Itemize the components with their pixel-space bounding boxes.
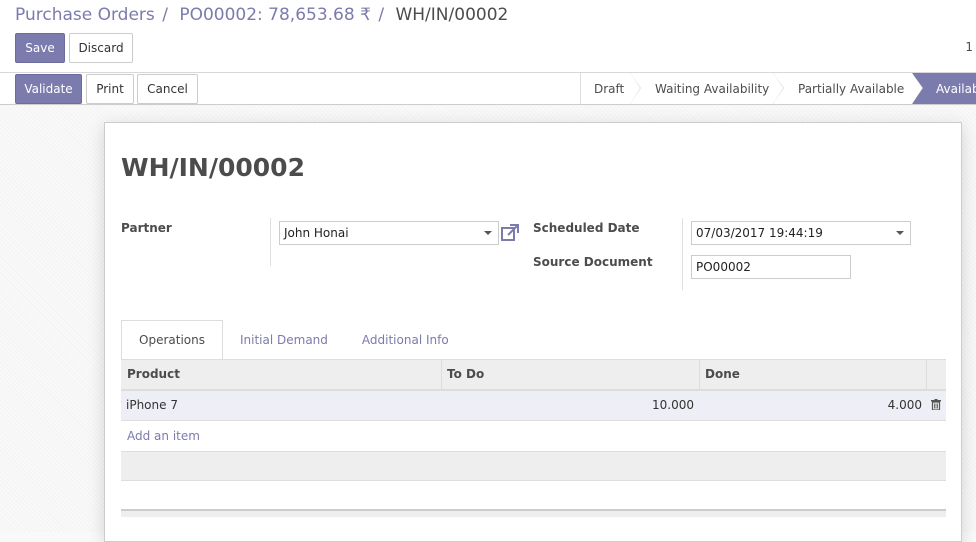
status-step-label: Availab — [936, 81, 976, 96]
chevron-down-icon — [896, 231, 904, 235]
breadcrumb: Purchase Orders / PO00002: 78,653.68 ₹ /… — [15, 5, 508, 25]
status-step-label: Draft — [594, 81, 625, 96]
partner-value: John Honai — [284, 226, 349, 240]
table-row[interactable]: iPhone 7 10.000 4.000 — [121, 391, 946, 421]
validate-button[interactable]: Validate — [15, 74, 82, 104]
status-step-label: Waiting Availability — [655, 81, 770, 96]
breadcrumb-separator: / — [162, 5, 168, 25]
divider — [926, 360, 927, 389]
divider — [270, 218, 271, 266]
external-link-icon[interactable] — [500, 223, 520, 243]
breadcrumb-purchase-order[interactable]: PO00002: 78,653.68 ₹ — [179, 5, 371, 25]
tab-operations[interactable]: Operations — [121, 320, 223, 360]
pager-value: 1 — [965, 40, 973, 54]
partner-select[interactable]: John Honai — [279, 221, 499, 245]
page-title: WH/IN/00002 — [121, 153, 305, 182]
done-cell[interactable]: 4.000 — [888, 391, 922, 420]
todo-cell[interactable]: 10.000 — [652, 391, 694, 420]
chevron-right-icon — [773, 73, 783, 104]
source-document-label: Source Document — [533, 255, 653, 269]
notebook-tabs: Operations Initial Demand Additional Inf… — [121, 320, 466, 360]
scheduled-date-field[interactable]: 07/03/2017 19:44:19 — [691, 221, 911, 245]
form-sheet: WH/IN/00002 Partner John Honai Scheduled… — [104, 122, 962, 542]
status-steps: Draft Waiting Availability Partially Ava… — [580, 73, 976, 104]
operations-table: Product To Do Done iPhone 7 10.000 4.000… — [121, 360, 946, 481]
breadcrumb-separator: / — [378, 5, 385, 25]
status-step-waiting-availability[interactable]: Waiting Availability — [630, 73, 784, 104]
status-step-label: Partially Available — [798, 81, 905, 96]
chevron-down-icon — [484, 231, 492, 235]
breadcrumb-purchase-orders[interactable]: Purchase Orders — [15, 5, 155, 25]
table-row-empty — [121, 451, 946, 481]
status-step-partially-available[interactable]: Partially Available — [773, 73, 923, 104]
column-header-product[interactable]: Product — [121, 360, 441, 389]
status-step-draft[interactable]: Draft — [580, 73, 641, 104]
save-button[interactable]: Save — [15, 33, 65, 63]
scheduled-date-label: Scheduled Date — [533, 221, 640, 235]
product-cell[interactable]: iPhone 7 — [126, 391, 178, 420]
breadcrumb-current: WH/IN/00002 — [395, 5, 509, 25]
source-document-field[interactable]: PO00002 — [691, 255, 851, 279]
divider — [682, 218, 683, 290]
print-button[interactable]: Print — [86, 74, 134, 104]
tab-additional-info[interactable]: Additional Info — [345, 320, 466, 360]
add-item-link[interactable]: Add an item — [121, 421, 946, 451]
column-header-done[interactable]: Done — [699, 360, 926, 389]
control-panel: Purchase Orders / PO00002: 78,653.68 ₹ /… — [0, 0, 976, 73]
table-footer — [121, 509, 946, 517]
discard-button[interactable]: Discard — [69, 33, 133, 63]
chevron-right-icon — [912, 73, 922, 104]
scheduled-date-value: 07/03/2017 19:44:19 — [696, 226, 823, 240]
source-document-value: PO00002 — [696, 260, 751, 274]
statusbar: Validate Print Cancel Draft Waiting Avai… — [0, 73, 976, 105]
tab-initial-demand[interactable]: Initial Demand — [223, 320, 345, 360]
cancel-button[interactable]: Cancel — [137, 74, 198, 104]
table-header: Product To Do Done — [121, 360, 946, 391]
partner-label: Partner — [121, 221, 172, 235]
column-header-todo[interactable]: To Do — [441, 360, 699, 389]
chevron-right-icon — [630, 73, 640, 104]
trash-icon[interactable] — [931, 399, 941, 410]
